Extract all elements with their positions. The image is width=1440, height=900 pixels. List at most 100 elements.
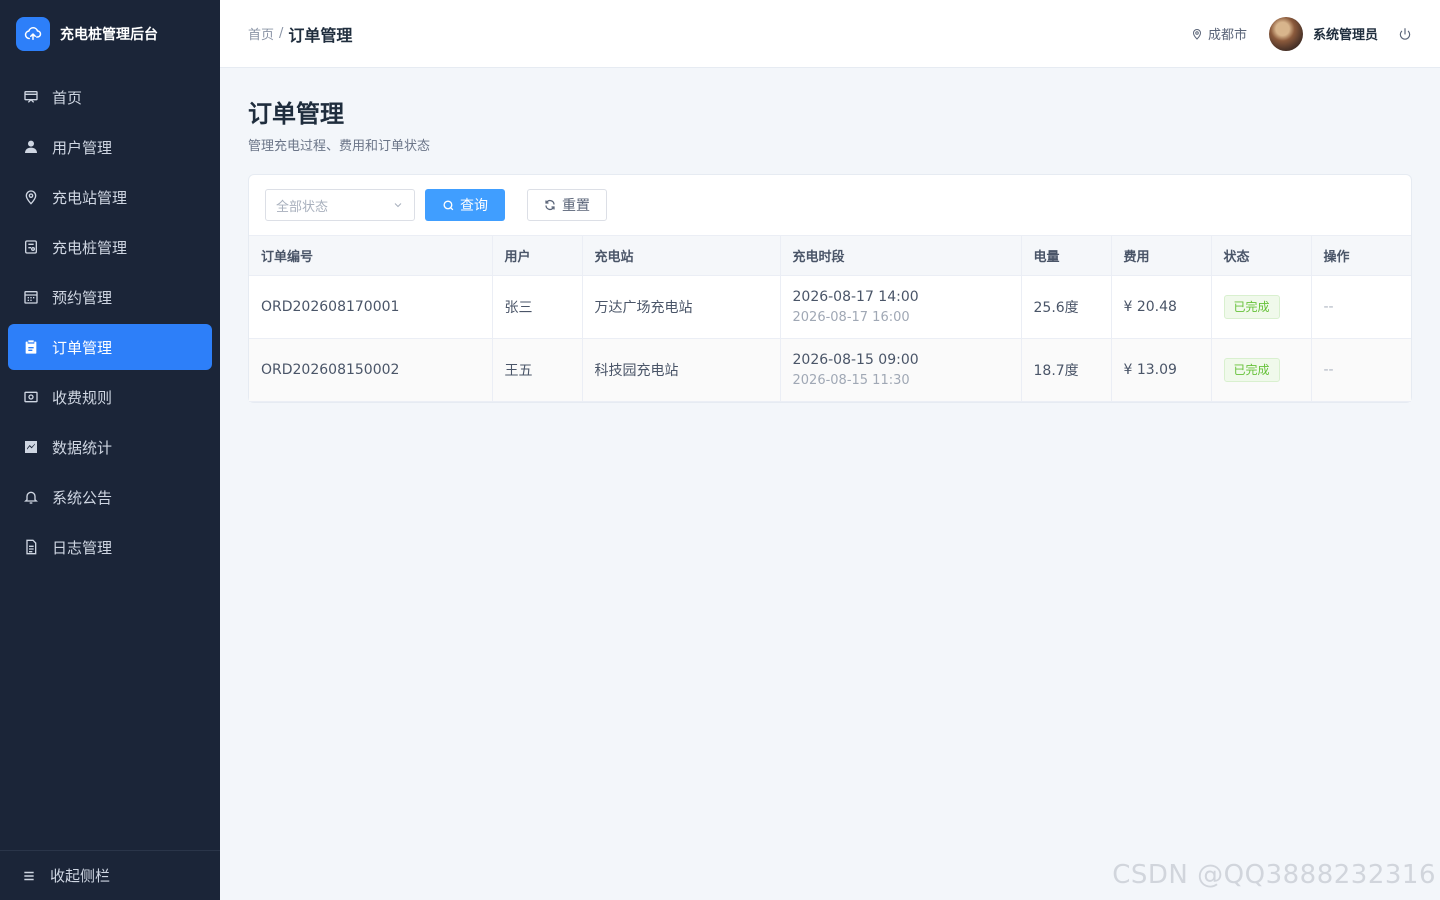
sidebar-item-label: 充电站管理: [52, 188, 128, 207]
sidebar-item-billing-rules[interactable]: 收费规则: [8, 374, 212, 420]
status-badge: 已完成: [1223, 295, 1280, 319]
search-button-label: 查询: [460, 198, 488, 214]
column-header: 电量: [1021, 235, 1112, 276]
operation-placeholder: --: [1323, 362, 1334, 378]
column-header: 用户: [492, 235, 583, 276]
reset-button-label: 重置: [562, 198, 590, 214]
status-cell: 已完成: [1211, 338, 1312, 402]
sidebar-item-home[interactable]: 首页: [8, 74, 212, 120]
station-cell: 科技园充电站: [582, 338, 781, 402]
energy-cell: 18.7度: [1021, 338, 1112, 402]
sidebar-item-label: 订单管理: [52, 338, 113, 357]
sidebar-item-label: 数据统计: [52, 438, 113, 457]
sidebar: 充电桩管理后台 首页 用户管理 充电站管理 充电桩管理 预约管理 订单管理 收费…: [0, 0, 220, 900]
column-header: 状态: [1211, 235, 1312, 276]
money-icon: [22, 388, 40, 406]
sidebar-item-label: 预约管理: [52, 288, 113, 307]
start-time: 2026-08-15 09:00: [792, 352, 919, 368]
reset-button[interactable]: 重置: [527, 189, 607, 221]
operation-placeholder: --: [1323, 299, 1334, 315]
location-pin-icon: [1192, 28, 1201, 40]
refresh-icon: [545, 199, 555, 211]
sidebar-item-label: 充电桩管理: [52, 238, 128, 257]
collapse-sidebar-button[interactable]: 收起侧栏: [0, 850, 220, 900]
collapse-sidebar-label: 收起侧栏: [50, 867, 111, 885]
main-content: 订单管理 管理充电过程、费用和订单状态 全部状态 查询 重置 订单编号 用户 充…: [248, 68, 1412, 403]
breadcrumb-separator: /: [279, 26, 284, 41]
start-time: 2026-08-17 14:00: [792, 289, 919, 305]
fee-cell: ¥ 13.09: [1111, 338, 1212, 402]
page-title: 订单管理: [248, 100, 344, 128]
energy-cell: 25.6度: [1021, 275, 1112, 339]
column-header: 充电站: [582, 235, 781, 276]
status-cell: 已完成: [1211, 275, 1312, 339]
bell-icon: [22, 488, 40, 506]
location-selector[interactable]: 成都市: [1191, 24, 1247, 43]
user-icon: [22, 138, 40, 156]
breadcrumb-home[interactable]: 首页: [248, 24, 274, 43]
sidebar-item-label: 首页: [52, 88, 83, 107]
avatar[interactable]: [1268, 16, 1303, 51]
status-select-placeholder: 全部状态: [276, 199, 329, 215]
sidebar-item-label: 系统公告: [52, 488, 113, 507]
charger-icon: [22, 238, 40, 256]
username[interactable]: 系统管理员: [1313, 24, 1378, 43]
sidebar-item-reservations[interactable]: 预约管理: [8, 274, 212, 320]
orders-table: 订单编号 用户 充电站 充电时段 电量 费用 状态 操作 ORD20260817…: [249, 235, 1411, 402]
sidebar-item-label: 收费规则: [52, 388, 113, 407]
order-number-cell: ORD202608170001: [249, 275, 493, 339]
column-header: 订单编号: [249, 235, 493, 276]
top-header: 首页 / 订单管理 成都市 系统管理员: [220, 0, 1440, 68]
sidebar-item-stations[interactable]: 充电站管理: [8, 174, 212, 220]
calendar-icon: [22, 288, 40, 306]
operation-cell: --: [1311, 338, 1411, 402]
column-header: 费用: [1111, 235, 1212, 276]
sidebar-item-chargers[interactable]: 充电桩管理: [8, 224, 212, 270]
cloud-upload-icon: [16, 17, 50, 51]
sidebar-item-label: 日志管理: [52, 538, 113, 557]
sidebar-item-announcements[interactable]: 系统公告: [8, 474, 212, 520]
clipboard-icon: [22, 338, 40, 356]
column-header: 充电时段: [780, 235, 1022, 276]
orders-card: 全部状态 查询 重置 订单编号 用户 充电站 充电时段 电量 费用 状态 操作 …: [248, 174, 1412, 403]
brand: 充电桩管理后台: [0, 0, 220, 68]
breadcrumb-current: 订单管理: [288, 25, 353, 45]
table-header-row: 订单编号 用户 充电站 充电时段 电量 费用 状态 操作: [249, 235, 1411, 276]
brand-title: 充电桩管理后台: [60, 27, 158, 43]
order-number-cell: ORD202608150002: [249, 338, 493, 402]
charging-period-cell: 2026-08-17 14:00 2026-08-17 16:00: [780, 275, 1022, 339]
status-select[interactable]: 全部状态: [265, 189, 415, 221]
status-badge: 已完成: [1223, 358, 1280, 382]
table-row: ORD202608170001 张三 万达广场充电站 2026-08-17 14…: [249, 275, 1411, 339]
menu-icon: [22, 869, 36, 883]
operation-cell: --: [1311, 275, 1411, 339]
search-icon: [443, 199, 454, 210]
chart-icon: [22, 438, 40, 456]
user-cell: 王五: [492, 338, 583, 402]
station-cell: 万达广场充电站: [582, 275, 781, 339]
watermark: CSDN @QQ3888232316: [1112, 860, 1436, 890]
location-label: 成都市: [1207, 28, 1247, 43]
table-row: ORD202608150002 王五 科技园充电站 2026-08-15 09:…: [249, 338, 1411, 402]
end-time: 2026-08-17 16:00: [792, 310, 910, 325]
user-cell: 张三: [492, 275, 583, 339]
sidebar-item-orders[interactable]: 订单管理: [8, 324, 212, 370]
dashboard-icon: [22, 88, 40, 106]
end-time: 2026-08-15 11:30: [792, 373, 910, 388]
charging-period-cell: 2026-08-15 09:00 2026-08-15 11:30: [780, 338, 1022, 402]
header-right: 成都市 系统管理员: [1191, 16, 1412, 51]
sidebar-nav: 首页 用户管理 充电站管理 充电桩管理 预约管理 订单管理 收费规则 数据统计 …: [0, 74, 220, 570]
sidebar-item-logs[interactable]: 日志管理: [8, 524, 212, 570]
document-icon: [22, 538, 40, 556]
filter-toolbar: 全部状态 查询 重置: [249, 175, 1411, 235]
fee-cell: ¥ 20.48: [1111, 275, 1212, 339]
sidebar-item-label: 用户管理: [52, 138, 113, 157]
page-subtitle: 管理充电过程、费用和订单状态: [248, 139, 431, 154]
column-header: 操作: [1311, 235, 1411, 276]
power-icon[interactable]: [1398, 27, 1412, 41]
search-button[interactable]: 查询: [425, 189, 505, 221]
location-icon: [22, 188, 40, 206]
sidebar-item-statistics[interactable]: 数据统计: [8, 424, 212, 470]
chevron-down-icon: [392, 199, 404, 211]
sidebar-item-users[interactable]: 用户管理: [8, 124, 212, 170]
